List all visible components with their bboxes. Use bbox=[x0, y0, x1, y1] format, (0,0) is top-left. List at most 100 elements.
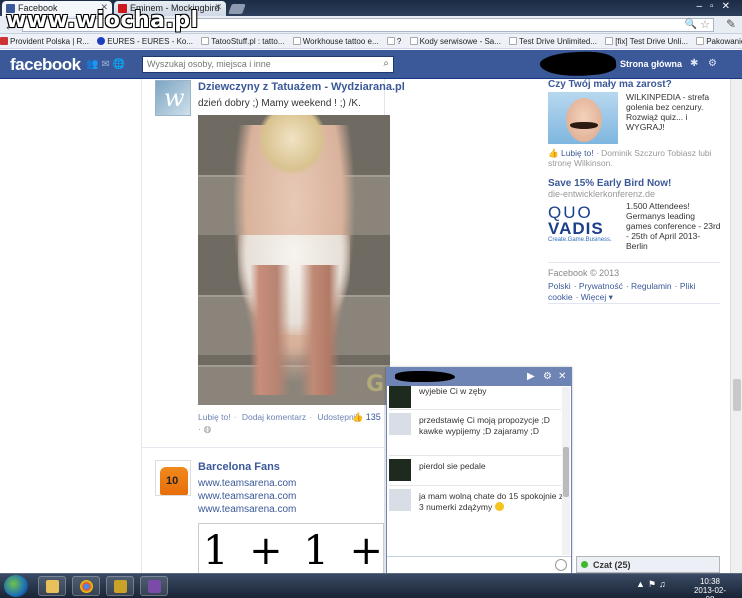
ad-like-link[interactable]: Lubię to! bbox=[561, 148, 594, 158]
home-link[interactable]: Strona główna bbox=[620, 59, 682, 69]
post-author[interactable]: Barcelona Fans bbox=[198, 461, 280, 473]
scrollbar-thumb[interactable] bbox=[733, 379, 741, 411]
page-icon bbox=[605, 37, 614, 45]
taskbar-app[interactable] bbox=[140, 576, 168, 596]
video-call-icon[interactable]: ▶ bbox=[527, 371, 535, 382]
close-tab-icon[interactable]: ✕ bbox=[214, 2, 222, 13]
like-link[interactable]: Lubię to! bbox=[198, 412, 231, 422]
post-divider bbox=[141, 447, 385, 448]
notification-icons[interactable]: 👥✉🌐 bbox=[86, 59, 128, 70]
clock-time: 10:38 bbox=[699, 577, 721, 586]
chat-avatar[interactable] bbox=[389, 386, 411, 408]
taskbar-clock[interactable]: 10:38 2013-02-08 bbox=[690, 577, 730, 598]
page-avatar[interactable]: 10 bbox=[155, 460, 191, 496]
chat-header[interactable]: ▶ ⚙ ✕ bbox=[387, 368, 571, 386]
zoom-icon[interactable]: 🔍 bbox=[685, 19, 697, 30]
ad-text[interactable]: 1.500 Attendees! Germanys leading games … bbox=[626, 201, 722, 251]
post-link[interactable]: www.teamsarena.com bbox=[198, 504, 296, 515]
photo-hair bbox=[258, 115, 326, 175]
photo-watermark: G bbox=[365, 372, 384, 397]
chat-avatar[interactable] bbox=[389, 489, 411, 511]
post-author[interactable]: Dziewczyny z Tatuażem - Wydziarana.pl bbox=[198, 81, 405, 93]
footer-link[interactable]: Więcej ▾ bbox=[581, 292, 613, 302]
bookmark-item[interactable]: EURES - EURES - Ko... bbox=[97, 37, 193, 46]
footer-link[interactable]: Prywatność bbox=[579, 281, 623, 291]
bookmark-item[interactable]: Pakowanie herbaty, ... bbox=[696, 37, 742, 46]
settings-gear-icon[interactable]: ⚙ bbox=[708, 58, 717, 69]
footer-divider bbox=[548, 303, 720, 304]
page-icon bbox=[292, 37, 301, 45]
comment-link[interactable]: Dodaj komentarz bbox=[242, 412, 306, 422]
ad-text[interactable]: WILKINPEDIA - strefa golenia bez cenzury… bbox=[626, 92, 722, 132]
bookmark-item[interactable]: Test Drive Unlimited... bbox=[509, 37, 597, 46]
wrench-icon[interactable]: ✎ bbox=[726, 17, 736, 31]
baby-face bbox=[566, 98, 602, 142]
scrollbar-thumb[interactable] bbox=[563, 447, 569, 497]
taskbar-chrome[interactable] bbox=[72, 576, 100, 596]
bookmark-item[interactable]: Workhouse tattoo e... bbox=[292, 37, 379, 46]
app-icon bbox=[148, 580, 161, 593]
post-text: dzień dobry ;) Mamy weekend ! ;) /K. bbox=[198, 98, 361, 109]
bookmark-item[interactable]: Kody serwisowe - Sa... bbox=[409, 37, 501, 46]
search-input[interactable]: Wyszukaj osoby, miejsca i inne ⌕ bbox=[142, 56, 394, 73]
footer-link[interactable]: Polski bbox=[548, 281, 571, 291]
post-link[interactable]: www.teamsarena.com bbox=[198, 478, 296, 489]
ad-url: die-entwicklerkonferenz.de bbox=[548, 189, 656, 199]
footer-links: Polski · Prywatność · Regulamin · Pliki coo… bbox=[548, 281, 696, 302]
search-placeholder: Wyszukaj osoby, miejsca i inne bbox=[147, 59, 271, 69]
footer-copyright: Facebook © 2013 bbox=[548, 268, 620, 278]
close-chat-icon[interactable]: ✕ bbox=[558, 371, 566, 382]
system-tray-icons[interactable]: ▲⚑♫ bbox=[636, 579, 669, 590]
footer-link[interactable]: Regulamin bbox=[631, 281, 672, 291]
redacted-user-name[interactable] bbox=[539, 49, 617, 79]
chat-sidebar-toggle[interactable]: Czat (25) bbox=[576, 556, 720, 573]
quo-vadis-logo[interactable]: QUO VADIS Create.Game.Business. bbox=[548, 203, 620, 243]
chat-window: ▶ ⚙ ✕ wyjebie Ci w zęby przedstawię Ci m… bbox=[386, 367, 572, 573]
bookmark-star-icon[interactable]: ☆ bbox=[700, 18, 710, 31]
search-icon[interactable]: ⌕ bbox=[383, 58, 389, 69]
ad-image[interactable] bbox=[548, 92, 618, 144]
taskbar-explorer[interactable] bbox=[38, 576, 66, 596]
post-photo[interactable]: G bbox=[198, 115, 390, 405]
new-tab-button[interactable] bbox=[228, 4, 246, 14]
site-watermark: www.wiocha.pl bbox=[6, 8, 199, 33]
chat-settings-icon[interactable]: ⚙ bbox=[543, 371, 552, 382]
page-avatar[interactable]: w bbox=[155, 80, 191, 116]
friends-icon[interactable]: ✱ bbox=[690, 58, 698, 69]
page-icon bbox=[201, 37, 210, 45]
ad-title[interactable]: Save 15% Early Bird Now! bbox=[548, 178, 671, 189]
chat-message: przedstawię Ci moją propozycje ;D kawke … bbox=[389, 413, 561, 453]
like-count[interactable]: 👍 135 bbox=[352, 412, 381, 423]
thumbs-up-icon: 👍 bbox=[352, 412, 364, 422]
bookmark-item[interactable]: [fix] Test Drive Unli... bbox=[605, 37, 688, 46]
bookmark-item[interactable]: ? bbox=[386, 37, 401, 46]
chat-avatar[interactable] bbox=[389, 413, 411, 435]
page-scrollbar[interactable] bbox=[730, 79, 742, 573]
post-actions: Lubię to! · Dodaj komentarz · Udostępnij · bbox=[198, 412, 364, 422]
thumbs-up-icon: 👍 bbox=[548, 148, 559, 158]
emoticon-picker-icon[interactable] bbox=[555, 559, 567, 571]
chat-divider bbox=[389, 455, 561, 456]
post-link[interactable]: www.teamsarena.com bbox=[198, 491, 296, 502]
chat-bar-label: Czat (25) bbox=[593, 560, 631, 570]
photo-legs bbox=[250, 265, 340, 395]
bookmark-item[interactable]: Provident Polska | R... bbox=[0, 37, 89, 46]
window-controls[interactable]: –▫✕ bbox=[697, 1, 739, 12]
ad-title[interactable]: Czy Twój mały ma zarost? bbox=[548, 79, 672, 90]
bookmarks-bar: Provident Polska | R... EURES - EURES - … bbox=[0, 34, 742, 49]
app-icon bbox=[114, 580, 127, 593]
start-button[interactable] bbox=[4, 575, 28, 597]
post-image[interactable]: 1 + 1 + 1 bbox=[198, 523, 429, 574]
page-icon bbox=[409, 37, 418, 45]
taskbar-app[interactable] bbox=[106, 576, 134, 596]
chat-scrollbar[interactable] bbox=[562, 387, 570, 555]
page-icon bbox=[509, 37, 518, 45]
chrome-icon bbox=[80, 580, 93, 593]
page-icon bbox=[386, 37, 395, 45]
bookmark-item[interactable]: TatooStuff.pl : tatto... bbox=[201, 37, 285, 46]
ad-social: 👍 Lubię to! · Dominik Szczuro Tobiasz lu… bbox=[548, 148, 712, 168]
facebook-logo[interactable]: facebook bbox=[10, 55, 81, 75]
chat-message-input[interactable] bbox=[387, 556, 571, 573]
chat-divider bbox=[389, 409, 561, 410]
chat-avatar[interactable] bbox=[389, 459, 411, 481]
